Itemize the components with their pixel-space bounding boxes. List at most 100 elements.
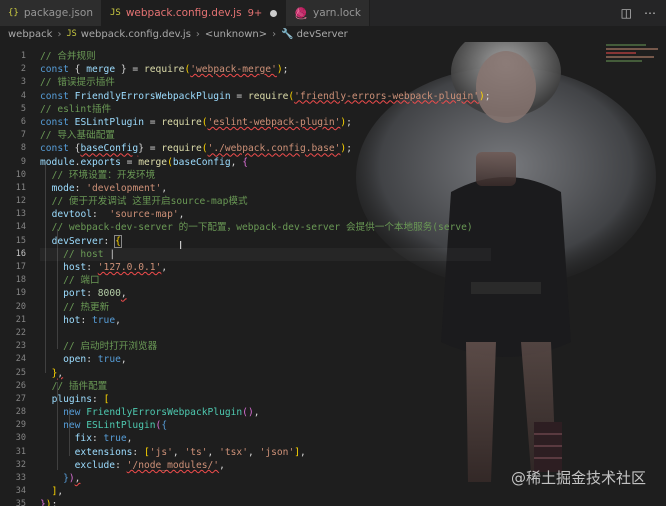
- tab-label: yarn.lock: [313, 7, 361, 19]
- code-line: hot: true,: [63, 314, 121, 326]
- line-number: 4: [20, 90, 26, 101]
- line-number: 3: [20, 77, 26, 88]
- tab-label: package.json: [23, 7, 93, 19]
- line-number: 21: [15, 314, 26, 325]
- unsaved-dot-icon[interactable]: [270, 9, 278, 17]
- split-editor-icon[interactable]: ◫: [621, 6, 632, 20]
- line-number: 35: [15, 499, 26, 506]
- code-line: // 便于开发调试 这里开启source-map模式: [51, 196, 248, 208]
- code-line: devServer: {: [51, 234, 122, 248]
- code-line: new ESLintPlugin({: [63, 420, 168, 432]
- watermark: @稀土掘金技术社区: [510, 469, 646, 487]
- code-editor[interactable]: 1 2 3 4 5 6 7 8 9 10 11 12 13 14 15 16 17 18 19 20 21 22 23 24 2…: [0, 42, 666, 506]
- code-line: fix: true,: [74, 433, 133, 445]
- line-number: 19: [15, 288, 26, 299]
- line-number: 14: [15, 222, 26, 233]
- line-number: 10: [15, 169, 26, 180]
- tab-package-json[interactable]: {} package.json: [0, 0, 102, 26]
- line-number: 27: [15, 393, 26, 404]
- line-number: 8: [20, 143, 26, 154]
- js-file-icon: JS: [109, 8, 121, 18]
- line-number: 16: [15, 248, 26, 259]
- code-line: plugins: [: [51, 393, 110, 405]
- code-line: // 启动时打开浏览器: [63, 341, 158, 353]
- js-file-icon: JS: [66, 29, 77, 39]
- code-line: mode: 'development',: [51, 182, 168, 194]
- line-number: 1: [20, 51, 26, 61]
- tab-label: webpack.config.dev.js: [125, 7, 242, 19]
- line-number: 29: [15, 420, 26, 431]
- tab-webpack-config-dev[interactable]: JS webpack.config.dev.js 9+: [101, 0, 287, 26]
- code-line: }),: [63, 473, 81, 484]
- line-number: 28: [15, 407, 26, 418]
- chevron-right-icon: ›: [272, 28, 277, 40]
- line-number: 20: [15, 301, 26, 312]
- code-line: module.exports = merge(baseConfig, {: [40, 156, 248, 168]
- line-number: 5: [20, 103, 26, 114]
- line-number: 25: [15, 367, 26, 378]
- line-number: 32: [15, 459, 26, 470]
- line-number: 13: [15, 209, 26, 220]
- more-actions-icon[interactable]: ⋯: [644, 6, 656, 20]
- tab-yarn-lock[interactable]: 🧶 yarn.lock: [286, 0, 370, 26]
- line-number: 17: [15, 262, 26, 272]
- chevron-right-icon: ›: [57, 28, 62, 40]
- editor-actions: ◫ ⋯: [621, 0, 666, 26]
- line-number: 18: [15, 275, 26, 286]
- code-line: const FriendlyErrorsWebpackPlugin = requ…: [40, 90, 491, 102]
- line-number: 2: [20, 64, 26, 75]
- code-line: // 导入基础配置: [40, 130, 115, 142]
- code-line: const { merge } = require('webpack-merge…: [40, 64, 289, 76]
- code-line: const ESLintPlugin = require('eslint-web…: [40, 116, 352, 128]
- code-line: exclude: '/node_modules/',: [74, 459, 225, 471]
- breadcrumb-folder[interactable]: webpack: [8, 29, 52, 40]
- breadcrumb: webpack › JS webpack.config.dev.js › <un…: [0, 26, 666, 42]
- yarn-file-icon: 🧶: [294, 6, 309, 20]
- code-line: // webpack-dev-server 的一下配置，webpack-dev-…: [51, 222, 473, 234]
- code-line: // 错误提示插件: [40, 77, 115, 89]
- breadcrumb-scope[interactable]: <unknown>: [205, 29, 267, 40]
- code-line: open: true,: [63, 354, 127, 366]
- code-line: },: [51, 367, 64, 379]
- line-number: 9: [20, 156, 26, 167]
- wrench-icon: 🔧: [281, 28, 294, 40]
- code-line: // 端口: [63, 275, 100, 287]
- code-line: // eslint插件: [40, 103, 112, 115]
- breadcrumb-file[interactable]: webpack.config.dev.js: [81, 29, 191, 40]
- line-number: 31: [15, 446, 26, 457]
- code-lines: // 合并规则 const { merge } = require('webpa…: [40, 50, 491, 506]
- line-number: 7: [20, 130, 26, 141]
- line-number: 12: [15, 196, 26, 207]
- line-number: 30: [15, 433, 26, 444]
- breadcrumb-symbol[interactable]: devServer: [297, 29, 348, 40]
- code-line: // 热更新: [63, 301, 110, 313]
- line-number: 23: [15, 341, 26, 352]
- line-number: 26: [15, 380, 26, 391]
- code-line: extensions: ['js', 'ts', 'tsx', 'json'],: [74, 446, 306, 458]
- code-line: // 合并规则: [40, 51, 96, 62]
- line-number: 22: [15, 327, 26, 338]
- chevron-right-icon: ›: [195, 28, 200, 40]
- code-line: const {baseConfig} = require('./webpack.…: [40, 143, 352, 155]
- code-line: ],: [51, 486, 64, 498]
- code-line: // 环境设置：开发环境: [51, 169, 156, 181]
- code-line: new FriendlyErrorsWebpackPlugin(),: [63, 407, 260, 419]
- line-number: 11: [15, 182, 26, 193]
- problems-badge: 9+: [247, 7, 263, 19]
- code-line: });: [40, 499, 58, 506]
- code-line: port: 8000,: [63, 288, 127, 300]
- line-number-gutter: 1 2 3 4 5 6 7 8 9 10 11 12 13 14 15 16 17 18 19 20 21 22 23 24 2…: [0, 50, 26, 506]
- text-cursor-icon: I: [179, 239, 183, 252]
- line-number: 24: [15, 354, 26, 365]
- editor-tab-bar: {} package.json JS webpack.config.dev.js…: [0, 0, 666, 26]
- line-number: 34: [15, 486, 26, 497]
- code-line: // 插件配置: [51, 380, 108, 392]
- code-line: devtool: 'source-map',: [51, 209, 185, 221]
- line-number: 6: [20, 116, 26, 127]
- code-line-current: // host |: [40, 247, 491, 261]
- line-number: 33: [15, 473, 26, 483]
- code-line: host: '127.0.0.1',: [63, 262, 168, 273]
- line-number: 15: [15, 235, 26, 246]
- minimap[interactable]: [606, 42, 666, 82]
